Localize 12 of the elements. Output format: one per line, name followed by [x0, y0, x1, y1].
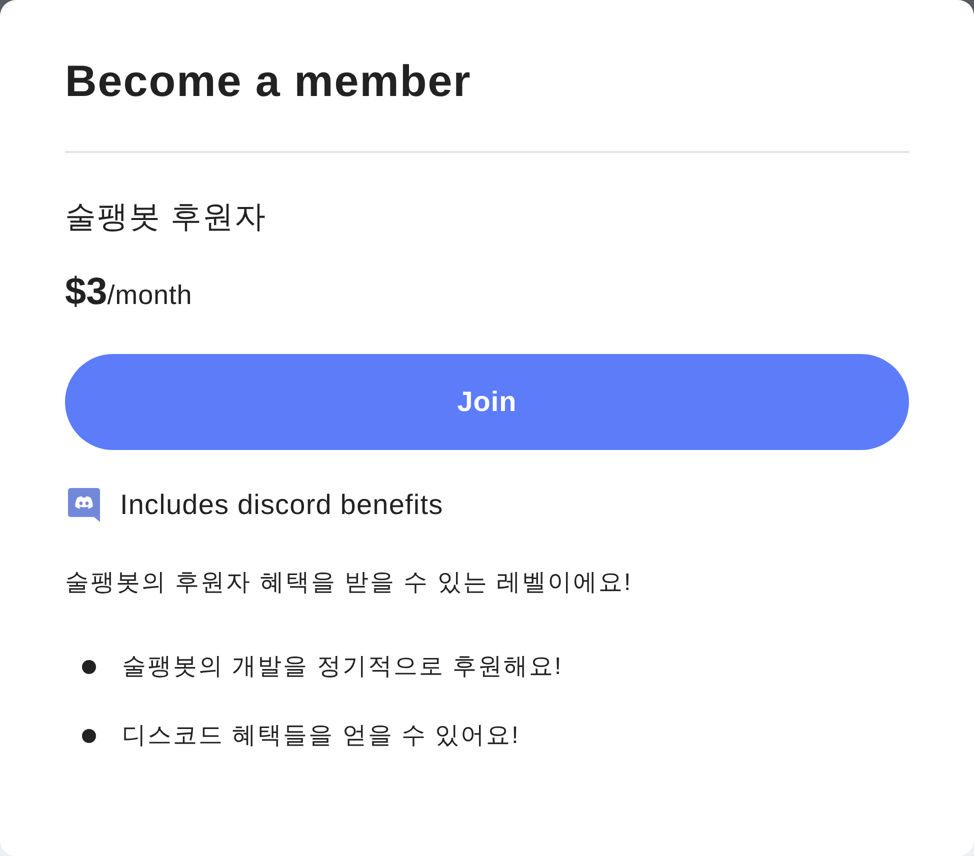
tier-name: 술팽봇 후원자	[65, 198, 268, 235]
benefit-item: 술팽봇의 개발을 정기적으로 후원해요!	[122, 652, 563, 682]
bullet-icon	[82, 660, 96, 674]
price-amount: $3	[65, 270, 108, 315]
tier-description: 술팽봇의 후원자 혜택을 받을 수 있는 레벨이에요!	[65, 568, 634, 598]
discord-icon	[68, 488, 100, 522]
price-period: /month	[107, 278, 192, 312]
dialog-title: Become a member	[65, 56, 472, 108]
discord-benefits-label: Includes discord benefits	[120, 488, 444, 522]
join-button[interactable]: Join	[65, 354, 909, 450]
bullet-icon	[82, 728, 96, 743]
benefit-item: 디스코드 혜택들을 얻을 수 있어요!	[122, 720, 520, 751]
